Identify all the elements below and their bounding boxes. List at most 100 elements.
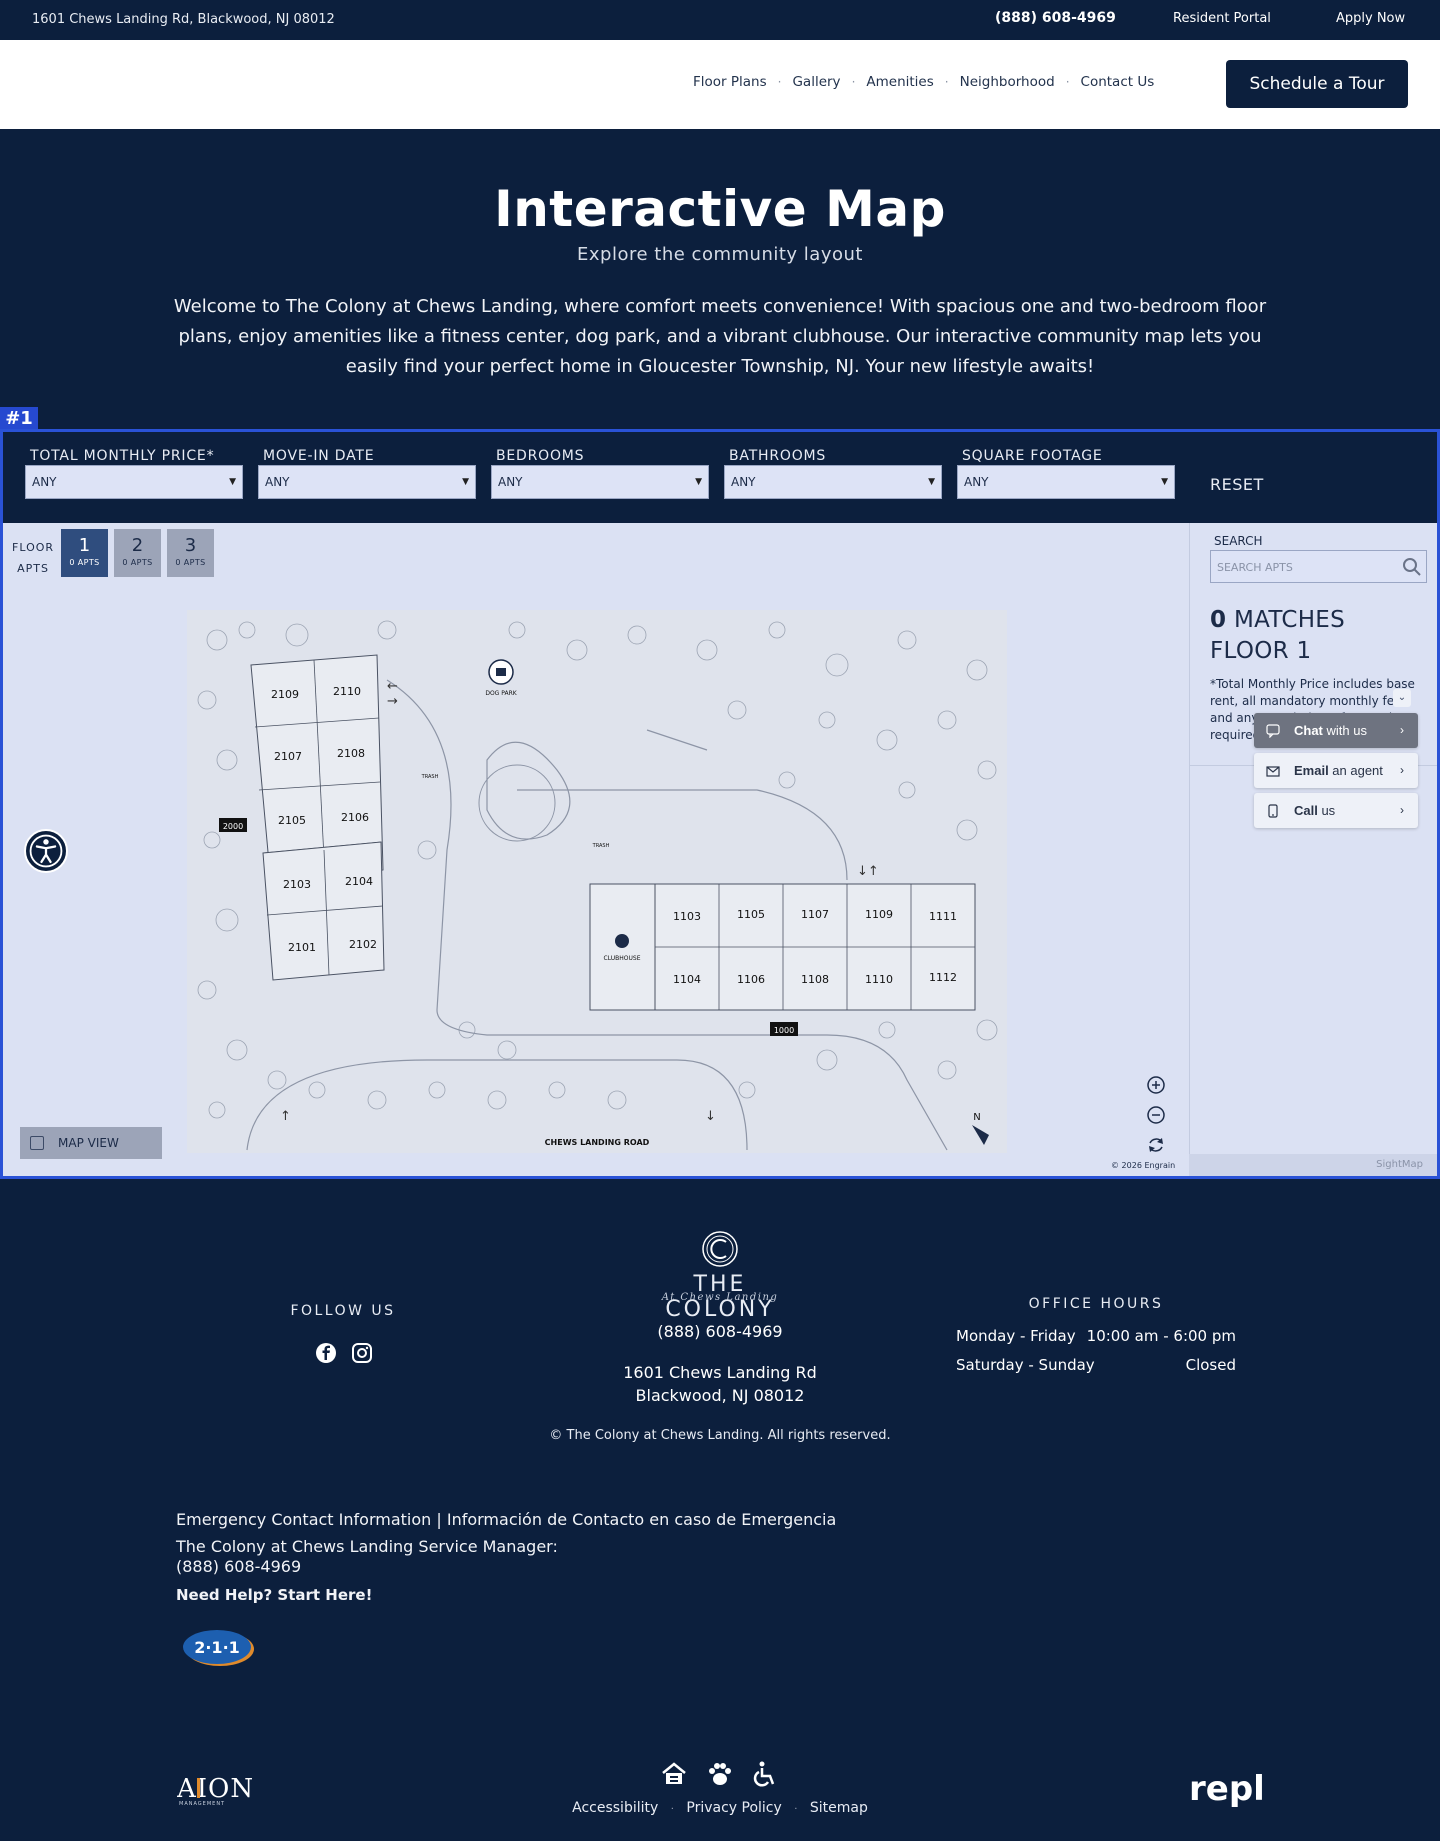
top-bar: 1601 Chews Landing Rd, Blackwood, NJ 080… (0, 0, 1440, 40)
nav-amenities[interactable]: Amenities (866, 74, 933, 90)
bedrooms-select[interactable]: ANY ▼ (491, 465, 709, 499)
unit-label: 2109 (271, 688, 299, 701)
filter-bedrooms: BEDROOMS ANY ▼ (491, 448, 709, 499)
page-subtitle: Explore the community layout (577, 244, 863, 265)
unit-label: 1111 (929, 910, 957, 923)
sitemap-link[interactable]: Sitemap (810, 1800, 868, 1816)
colony-logo: THE COLONY At Chews Landing (643, 1230, 797, 1322)
svg-text:↓: ↓ (705, 1109, 716, 1124)
footer-separator: · (670, 1804, 674, 1815)
nav-separator: · (851, 75, 856, 89)
top-phone-link[interactable]: (888) 608-4969 (995, 10, 1116, 26)
unit-label: 1106 (737, 973, 765, 986)
filter-label: TOTAL MONTHLY PRICE* (30, 448, 215, 464)
chat-with-us-button[interactable]: Chat with us › (1254, 713, 1418, 748)
search-apts-input[interactable]: SEARCH APTS (1210, 550, 1427, 583)
211-badge[interactable]: 2·1·1 (180, 1627, 256, 1673)
phone-icon (1268, 803, 1278, 818)
svg-text:↓↑: ↓↑ (857, 864, 879, 879)
email-icon (1266, 765, 1280, 777)
apply-now-link[interactable]: Apply Now (1336, 11, 1405, 26)
match-count: 0 (1210, 607, 1227, 633)
community-site-map[interactable]: 2109 2110 2107 2108 2105 2106 2103 2104 … (187, 610, 1007, 1153)
service-manager-phone[interactable]: (888) 608-4969 (176, 1557, 301, 1576)
bathrooms-select[interactable]: ANY ▼ (724, 465, 942, 499)
svg-text:→: → (387, 694, 398, 709)
nav-gallery[interactable]: Gallery (792, 74, 840, 90)
interactive-map-widget: TOTAL MONTHLY PRICE* ANY ▼ MOVE-IN DATE A… (0, 429, 1440, 1179)
zoom-in-icon[interactable] (1145, 1074, 1167, 1096)
map-view-button[interactable]: MAP VIEW (20, 1127, 162, 1159)
svg-text:←: ← (387, 679, 398, 694)
dropdown-arrow-icon: ▼ (695, 477, 702, 487)
wheelchair-icon (753, 1761, 775, 1787)
accessibility-icon[interactable] (24, 829, 68, 873)
nav-floor-plans[interactable]: Floor Plans (693, 74, 767, 90)
chat-minimize-button[interactable]: ⌄ (1393, 689, 1411, 707)
dropdown-arrow-icon: ▼ (229, 477, 236, 487)
chevron-right-icon: › (1400, 723, 1404, 737)
filter-label: BATHROOMS (729, 448, 827, 464)
call-us-button[interactable]: Call us › (1254, 793, 1418, 828)
map-view-icon (30, 1136, 44, 1150)
search-icon[interactable] (1402, 557, 1422, 577)
map-copyright: © 2026 Engrain (1111, 1161, 1176, 1170)
floor-2-button[interactable]: 2 0 APTS (114, 529, 161, 577)
dropdown-arrow-icon: ▼ (1161, 477, 1168, 487)
page-title: Interactive Map (494, 180, 946, 238)
move-in-select[interactable]: ANY ▼ (258, 465, 476, 499)
nav-separator: · (777, 75, 782, 89)
badge-211-text: 2·1·1 (194, 1638, 240, 1657)
unit-label: 1103 (673, 910, 701, 923)
pet-friendly-icon (709, 1763, 731, 1785)
dropdown-arrow-icon: ▼ (928, 477, 935, 487)
main-nav: Floor Plans · Gallery · Amenities · Neig… (0, 40, 1440, 129)
matches-word: MATCHES (1233, 607, 1346, 633)
email-agent-button[interactable]: Email an agent › (1254, 753, 1418, 788)
unit-label: 1107 (801, 908, 829, 921)
floor-1-button[interactable]: 1 0 APTS (61, 529, 108, 577)
building-label-1000: 1000 (774, 1026, 794, 1035)
results-panel: SEARCH SEARCH APTS 0 MATCHES FLOOR 1 *To… (1189, 523, 1437, 1176)
chevron-right-icon: › (1400, 803, 1404, 817)
zoom-out-icon[interactable] (1145, 1104, 1167, 1126)
svg-text:↑: ↑ (280, 1109, 291, 1124)
search-label: SEARCH (1214, 534, 1263, 548)
reset-filters-button[interactable]: RESET (1210, 475, 1264, 494)
filter-label: SQUARE FOOTAGE (962, 448, 1103, 464)
top-address: 1601 Chews Landing Rd, Blackwood, NJ 080… (32, 12, 335, 27)
unit-label: 2103 (283, 878, 311, 891)
equal-housing-icon (662, 1762, 686, 1784)
unit-label: 2106 (341, 811, 369, 824)
hours-row: Monday - Friday 10:00 am - 6:00 pm (956, 1327, 1236, 1345)
filter-move-in: MOVE-IN DATE ANY ▼ (258, 448, 476, 499)
floor-3-button[interactable]: 3 0 APTS (167, 529, 214, 577)
privacy-policy-link[interactable]: Privacy Policy (686, 1800, 781, 1816)
unit-label: 2108 (337, 747, 365, 760)
reset-view-icon[interactable] (1145, 1134, 1167, 1156)
nav-neighborhood[interactable]: Neighborhood (960, 74, 1055, 90)
sightmap-credit: SightMap (1189, 1154, 1437, 1176)
unit-label: 2110 (333, 685, 361, 698)
unit-label: 1104 (673, 973, 701, 986)
need-help-link[interactable]: Need Help? Start Here! (176, 1586, 372, 1604)
filter-square-footage: SQUARE FOOTAGE ANY ▼ (957, 448, 1175, 499)
schedule-tour-button[interactable]: Schedule a Tour (1226, 60, 1408, 108)
office-hours-heading: OFFICE HOURS (1028, 1296, 1164, 1312)
square-footage-select[interactable]: ANY ▼ (957, 465, 1175, 499)
footer-bottom-links: Accessibility · Privacy Policy · Sitemap (0, 1800, 1440, 1816)
resident-portal-link[interactable]: Resident Portal (1173, 11, 1271, 26)
dog-park-label: DOG PARK (485, 690, 517, 697)
dropdown-arrow-icon: ▼ (462, 477, 469, 487)
nav-contact-us[interactable]: Contact Us (1081, 74, 1155, 90)
floor-selector-label: FLOOR APTS (12, 541, 55, 575)
price-select[interactable]: ANY ▼ (25, 465, 243, 499)
accessibility-link[interactable]: Accessibility (572, 1800, 658, 1816)
filter-bathrooms: BATHROOMS ANY ▼ (724, 448, 942, 499)
follow-us-heading: FOLLOW US (290, 1303, 396, 1319)
unit-label: 1105 (737, 908, 765, 921)
unit-label: 1110 (865, 973, 893, 986)
chat-bubble-icon (1266, 723, 1280, 738)
north-label: N (973, 1112, 980, 1123)
page-description: Welcome to The Colony at Chews Landing, … (173, 296, 1267, 377)
